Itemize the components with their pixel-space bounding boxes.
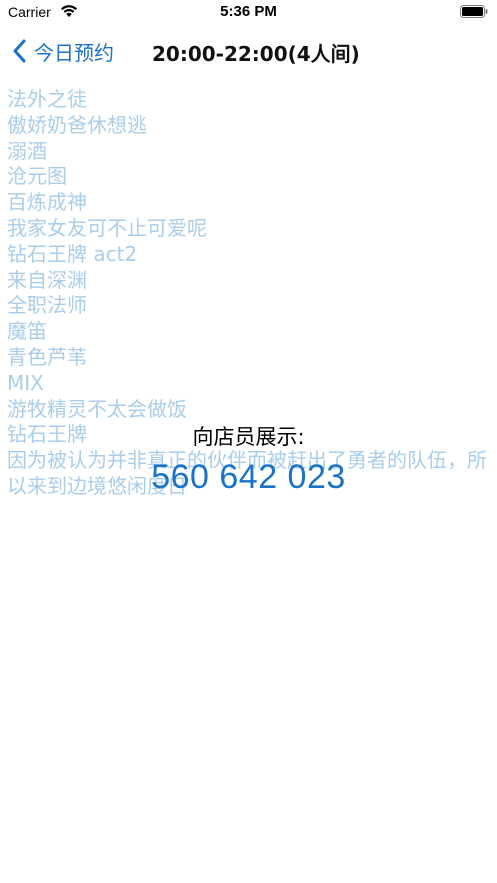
status-bar: Carrier 5:36 PM [0, 0, 497, 26]
list-item: 百炼成神 [7, 190, 87, 215]
list-item: 来自深渊 [7, 267, 87, 292]
list-item: 溺酒 [7, 138, 47, 163]
list-item: 游牧精灵不太会做饭 [7, 396, 187, 421]
navigation-bar: 今日预约 20:00-22:00(4人间) [0, 30, 497, 74]
reservation-code: 560 642 023 [151, 458, 346, 496]
list-item: MIX [7, 370, 44, 395]
chevron-left-icon [13, 39, 26, 63]
back-button[interactable]: 今日预约 [12, 36, 114, 66]
list-item: 法外之徒 [7, 87, 87, 111]
status-time: 5:36 PM [220, 3, 277, 20]
list-item: 青色芦苇 [7, 344, 87, 369]
show-to-staff-label: 向店员展示: [192, 425, 305, 449]
list-item: 沧元图 [7, 164, 67, 189]
back-button-label: 今日预约 [34, 40, 114, 65]
list-item: 全职法师 [7, 293, 87, 318]
page-title: 20:00-22:00(4人间) [152, 42, 360, 66]
list-item: 傲娇奶爸休想逃 [7, 112, 147, 137]
battery-icon [460, 5, 488, 18]
list-item: 魔笛 [7, 319, 47, 344]
list-item: 钻石王牌 act2 [7, 241, 138, 266]
list-item: 我家女友可不止可爱呢 [7, 215, 207, 240]
